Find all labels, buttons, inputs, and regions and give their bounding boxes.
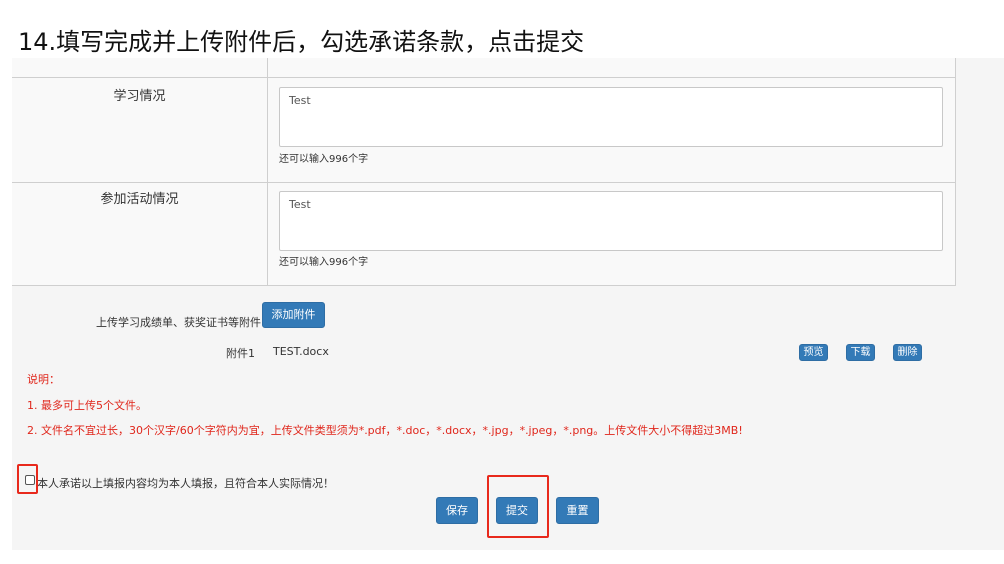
activity-status-remaining: 还可以输入996个字 [279, 257, 369, 268]
slide-title: 14.填写完成并上传附件后，勾选承诺条款，点击提交 [18, 28, 585, 56]
delete-button[interactable]: 删除 [893, 344, 922, 361]
add-attachment-button[interactable]: 添加附件 [262, 302, 325, 328]
table-divider [12, 285, 955, 286]
submit-highlight [487, 475, 549, 538]
checkbox-highlight [17, 464, 38, 494]
activity-status-label: 参加活动情况 [100, 192, 179, 207]
download-button[interactable]: 下载 [846, 344, 875, 361]
note-item: 1. 最多可上传5个文件。 [27, 399, 147, 412]
table-divider [12, 182, 955, 183]
study-status-label: 学习情况 [113, 89, 166, 104]
attachment-label: 附件1 [226, 347, 255, 360]
table-column-divider [267, 58, 268, 286]
reset-button[interactable]: 重置 [556, 497, 599, 524]
table-divider [12, 77, 955, 78]
note-item: 2. 文件名不宜过长，30个汉字/60个字符内为宜，上传文件类型须为*.pdf，… [27, 424, 743, 437]
save-button[interactable]: 保存 [436, 497, 478, 524]
study-status-textarea[interactable]: Test [279, 87, 943, 147]
preview-button[interactable]: 预览 [799, 344, 828, 361]
study-status-remaining: 还可以输入996个字 [279, 154, 369, 165]
notes-title: 说明： [27, 373, 60, 386]
promise-text: 本人承诺以上填报内容均为本人填报，且符合本人实际情况！ [37, 477, 334, 490]
attachment-filename[interactable]: TEST.docx [273, 345, 329, 358]
activity-status-textarea[interactable]: Test [279, 191, 943, 251]
form-table: 学习情况 Test 还可以输入996个字 参加活动情况 Test 还可以输入99… [12, 58, 956, 286]
upload-label: 上传学习成绩单、获奖证书等附件 [96, 316, 261, 329]
